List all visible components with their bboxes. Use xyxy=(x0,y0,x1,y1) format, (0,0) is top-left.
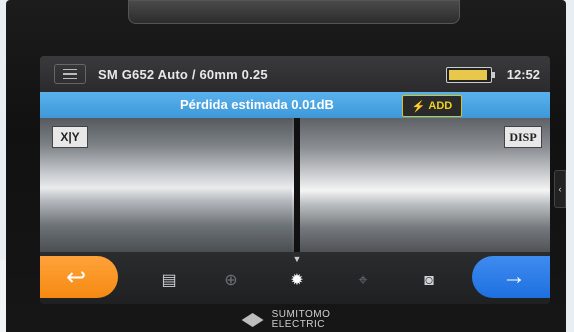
battery-level-fill xyxy=(449,70,487,80)
add-arc-label: ADD xyxy=(428,100,453,112)
focus-frame-icon[interactable]: ⌖ xyxy=(352,272,374,290)
brand-name: SUMITOMO ELECTRIC xyxy=(272,310,331,330)
menu-icon-line xyxy=(63,77,77,80)
notes-icon[interactable]: ▤ xyxy=(158,272,180,290)
display-toggle[interactable]: DISP xyxy=(504,126,542,148)
battery-terminal xyxy=(492,72,495,78)
bottom-toolbar: ↩ ▼ ▤ ⊕ ✹ ⌖ ◙ → xyxy=(40,252,550,304)
menu-icon-line xyxy=(63,68,77,71)
brand-area: SUMITOMO ELECTRIC xyxy=(6,310,566,330)
menu-icon-line xyxy=(63,73,77,75)
forward-arrow-icon: → xyxy=(502,263,526,290)
menu-button[interactable] xyxy=(54,64,86,84)
fusion-splicer-device: ‹ SM G652 Auto / 60mm 0.25 12:52 Pérdida… xyxy=(6,0,566,332)
battery-icon xyxy=(446,67,495,83)
chevron-left-icon: ‹ xyxy=(558,184,562,194)
zoom-icon[interactable]: ⊕ xyxy=(220,272,242,290)
lightning-icon: ⚡ xyxy=(411,100,426,113)
side-collapse-tab[interactable]: ‹ xyxy=(554,170,566,208)
back-arrow-icon: ↩ xyxy=(65,263,87,291)
sumitomo-logo-icon xyxy=(241,313,264,327)
estimated-loss-bar: Pérdida estimada 0.01dB ⚡ ADD xyxy=(40,92,550,118)
chevron-down-icon[interactable]: ▼ xyxy=(290,254,304,264)
camera-icon[interactable]: ◙ xyxy=(418,272,440,290)
status-bar: SM G652 Auto / 60mm 0.25 12:52 xyxy=(40,56,550,92)
xy-view-toggle[interactable]: X|Y xyxy=(52,126,88,148)
splicer-lid xyxy=(128,0,460,24)
splice-program-label[interactable]: SM G652 Auto / 60mm 0.25 xyxy=(98,67,268,82)
clock: 12:52 xyxy=(506,67,540,82)
next-button[interactable]: → xyxy=(472,256,550,298)
back-button[interactable]: ↩ xyxy=(40,256,118,298)
fiber-camera-view: X|Y DISP xyxy=(40,118,550,252)
splice-center-line xyxy=(294,118,300,252)
estimated-loss-text: Pérdida estimada 0.01dB xyxy=(180,97,334,112)
brightness-icon[interactable]: ✹ xyxy=(286,272,308,290)
brand-line-2: ELECTRIC xyxy=(271,319,326,330)
splicer-screen: SM G652 Auto / 60mm 0.25 12:52 Pérdida e… xyxy=(40,56,550,304)
add-arc-button[interactable]: ⚡ ADD xyxy=(402,95,462,117)
